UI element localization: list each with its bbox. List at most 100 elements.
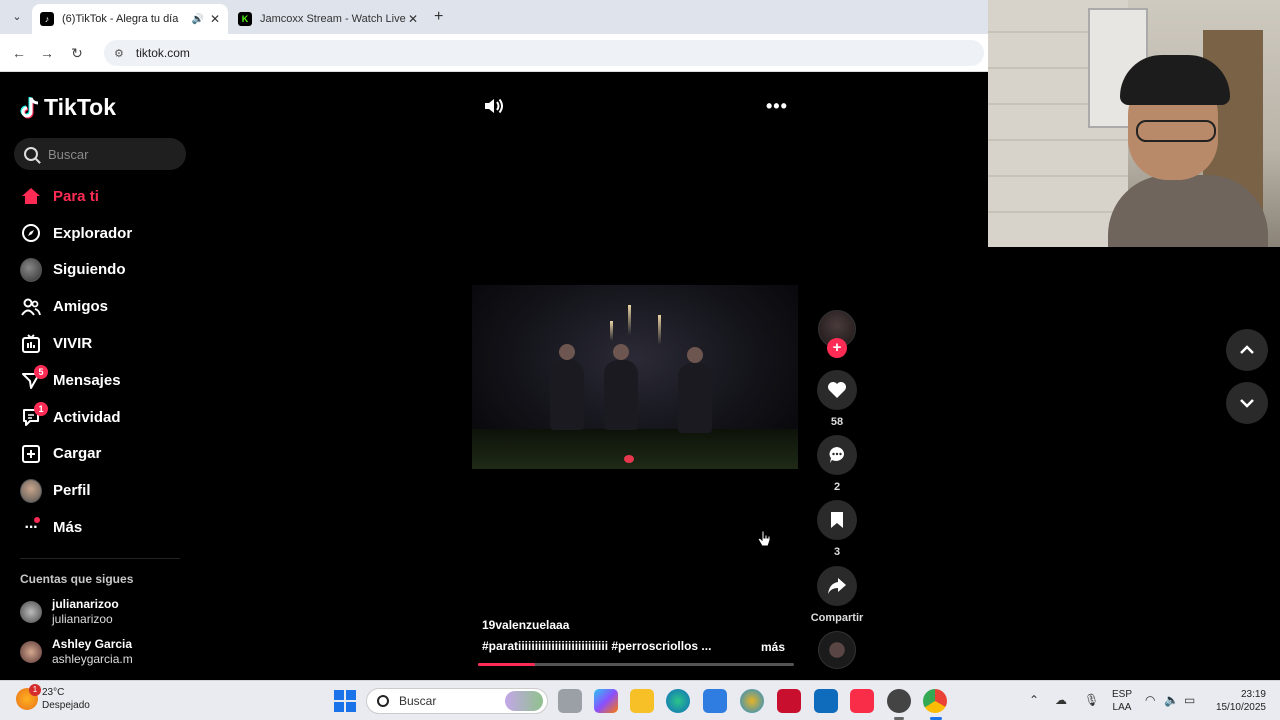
like-button[interactable]: [817, 370, 857, 410]
next-video-button[interactable]: [1226, 382, 1268, 424]
search-placeholder: Buscar: [48, 146, 89, 162]
more-options-icon[interactable]: •••: [766, 96, 788, 117]
follow-plus-icon[interactable]: +: [827, 338, 847, 358]
share-label: Compartir: [810, 612, 864, 624]
compass-icon: [20, 222, 42, 244]
sidebar-item-siguiendo[interactable]: Siguiendo: [0, 252, 200, 289]
reload-icon[interactable]: ↻: [68, 44, 86, 62]
clock-time: 23:19: [1240, 689, 1266, 700]
tray-chevron-up-icon[interactable]: ⌃: [1029, 693, 1039, 707]
save-count: 3: [833, 546, 841, 558]
address-bar-row: ← → ↻ ⚙ tiktok.com: [0, 34, 990, 72]
following-account[interactable]: Ashley Garcia ashleygarcia.m: [20, 637, 133, 667]
sidebar-item-vivir[interactable]: VIVIR: [0, 325, 200, 362]
tiktok-logo[interactable]: TikTok: [20, 94, 116, 121]
following-section-title: Cuentas que sigues: [20, 572, 134, 586]
previous-video-button[interactable]: [1226, 329, 1268, 371]
keyboard-language[interactable]: ESP LAA: [1112, 688, 1132, 714]
copilot-icon[interactable]: [594, 689, 618, 713]
mcafee-icon[interactable]: [777, 689, 801, 713]
video-hashtags[interactable]: #paratiiiiiiiiiiiiiiiiiiiiiiiiiii #perro…: [482, 639, 711, 653]
apple-music-icon[interactable]: [850, 689, 874, 713]
app-icon[interactable]: [740, 689, 764, 713]
music-disc[interactable]: [818, 631, 856, 669]
system-clock[interactable]: 23:19 15/10/2025: [1210, 688, 1266, 714]
video-player[interactable]: [472, 285, 798, 469]
back-arrow-icon[interactable]: ←: [10, 44, 28, 62]
heart-icon: [828, 382, 846, 398]
video-progress-fill: [478, 663, 535, 666]
microphone-icon[interactable]: 🎙: [1084, 693, 1099, 707]
share-arrow-icon: [828, 578, 846, 594]
tab-title: Jamcoxx Stream - Watch Live on: [260, 13, 408, 25]
bookmark-icon: [831, 512, 843, 528]
sidebar-item-label: VIVIR: [53, 335, 93, 353]
sidebar-item-actividad[interactable]: 1 Actividad: [0, 399, 200, 436]
sidebar-item-label: Mensajes: [53, 371, 121, 389]
caption-more-button[interactable]: más: [761, 640, 785, 654]
obs-icon[interactable]: [887, 689, 911, 713]
following-account[interactable]: julianarizoo julianarizoo: [20, 597, 119, 627]
avatar: [20, 601, 42, 623]
sidebar-item-explorador[interactable]: Explorador: [0, 215, 200, 252]
tab-kick[interactable]: K Jamcoxx Stream - Watch Live on ✕: [230, 4, 426, 34]
lang-line1: ESP: [1112, 689, 1133, 700]
weather-widget[interactable]: 1 23°C Despejado: [16, 684, 90, 712]
new-tab-icon[interactable]: +: [434, 8, 443, 26]
kick-favicon-icon: K: [238, 12, 252, 26]
sidebar-item-mensajes[interactable]: 5 Mensajes: [0, 362, 200, 399]
sidebar-nav: Para ti Explorador Siguiendo Amigos VIVI…: [0, 178, 200, 546]
forward-arrow-icon[interactable]: →: [38, 44, 56, 62]
video-author[interactable]: 19valenzuelaaa: [482, 618, 569, 632]
tab-audio-icon[interactable]: 🔊: [191, 14, 203, 25]
close-tab-icon[interactable]: ✕: [408, 12, 418, 26]
tab-title: (6)TikTok - Alegra tu día: [62, 13, 179, 25]
start-menu-icon[interactable]: [334, 690, 356, 712]
weather-desc: Despejado: [42, 700, 90, 711]
microsoft-store-icon[interactable]: [703, 689, 727, 713]
sidebar-item-label: Cargar: [53, 445, 102, 463]
clock-date: 15/10/2025: [1215, 702, 1266, 713]
comment-button[interactable]: [817, 435, 857, 475]
chevron-down-icon: [1240, 399, 1254, 408]
following-avatar: [20, 257, 42, 282]
home-icon: [20, 185, 42, 207]
search-input[interactable]: Buscar: [14, 138, 186, 170]
search-icon: [377, 695, 389, 707]
sidebar-item-perfil[interactable]: Perfil: [0, 472, 200, 509]
speaker-icon[interactable]: 🔈: [1164, 693, 1179, 707]
sidebar-item-mas[interactable]: ··· Más: [0, 509, 200, 546]
sidebar-item-label: Actividad: [53, 408, 121, 426]
tab-search-chevron-icon[interactable]: ⌄: [8, 8, 26, 26]
share-button[interactable]: [817, 566, 857, 606]
sidebar-item-para-ti[interactable]: Para ti: [0, 178, 200, 215]
avatar: [20, 641, 42, 663]
taskbar-search-placeholder: Buscar: [399, 694, 437, 708]
tab-tiktok[interactable]: ♪ (6)TikTok - Alegra tu día 🔊 ✕: [32, 4, 228, 34]
weather-temp: 23°C: [42, 687, 65, 698]
activity-badge: 1: [34, 401, 48, 416]
edge-icon[interactable]: [666, 689, 690, 713]
battery-icon[interactable]: ▭: [1184, 693, 1195, 707]
sidebar-item-cargar[interactable]: Cargar: [0, 436, 200, 473]
outlook-icon[interactable]: [814, 689, 838, 713]
url-field[interactable]: ⚙ tiktok.com: [104, 40, 984, 66]
save-button[interactable]: [817, 500, 857, 540]
file-explorer-icon[interactable]: [630, 689, 654, 713]
wifi-icon[interactable]: ◠: [1145, 693, 1155, 707]
onedrive-cloud-icon[interactable]: ☁: [1055, 693, 1067, 707]
weather-sun-icon: 1: [16, 684, 41, 710]
volume-icon[interactable]: [483, 97, 503, 115]
sidebar-item-label: Perfil: [53, 482, 91, 500]
close-tab-icon[interactable]: ✕: [210, 12, 220, 26]
like-count: 58: [830, 416, 844, 428]
lang-line2: LAA: [1112, 702, 1132, 713]
video-progress-bar[interactable]: [478, 663, 794, 666]
account-handle: ashleygarcia.m: [52, 652, 133, 666]
chrome-icon[interactable]: [923, 689, 947, 713]
taskbar-search-input[interactable]: Buscar: [366, 688, 548, 714]
task-view-icon[interactable]: [558, 689, 582, 713]
sidebar-item-amigos[interactable]: Amigos: [0, 288, 200, 325]
site-info-icon[interactable]: ⚙: [114, 47, 124, 60]
sidebar-item-label: Para ti: [53, 187, 99, 205]
